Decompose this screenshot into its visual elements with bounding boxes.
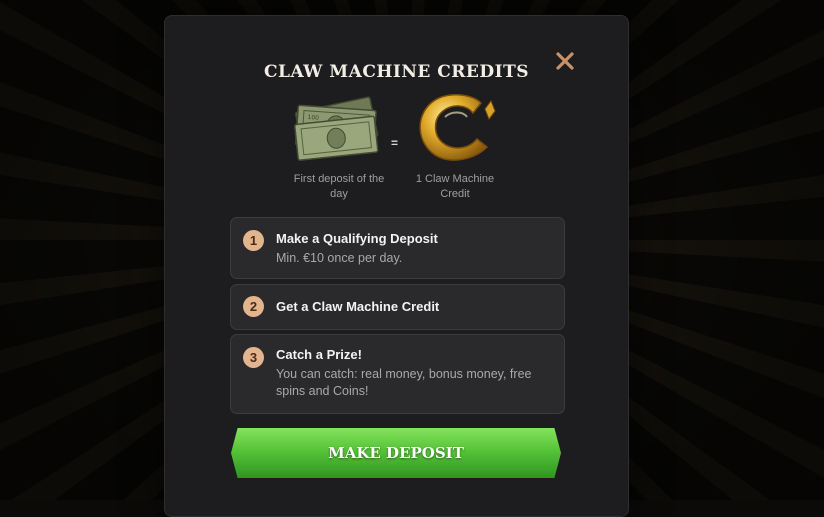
svg-text:100: 100 (307, 114, 319, 122)
close-icon (556, 52, 574, 70)
step-title: Get a Claw Machine Credit (276, 299, 440, 314)
claw-credit-coin-icon (419, 94, 496, 161)
claw-credits-modal: CLAW MACHINE CREDITS 100 100 = (164, 15, 629, 517)
step-card-2: 2 Get a Claw Machine Credit (230, 284, 565, 330)
make-deposit-button[interactable]: MAKE DEPOSIT (231, 428, 561, 478)
equals-sign: = (391, 136, 399, 150)
credit-caption: 1 Claw Machine Credit (415, 173, 495, 200)
step-number-badge: 3 (243, 347, 264, 368)
first-deposit-caption: First deposit of the day (293, 173, 385, 200)
step-description: Min. €10 once per day. (276, 251, 403, 265)
step-number-badge: 1 (243, 230, 264, 251)
step-title: Make a Qualifying Deposit (276, 231, 438, 246)
step-number-badge: 2 (243, 296, 264, 317)
close-button[interactable] (554, 50, 576, 72)
step-card-1: 1 Make a Qualifying Deposit Min. €10 onc… (230, 217, 565, 279)
step-description: You can catch: real money, bonus money, … (276, 367, 532, 398)
step-title: Catch a Prize! (276, 347, 362, 362)
cash-stack-icon: 100 100 (294, 96, 379, 161)
step-card-3: 3 Catch a Prize! You can catch: real mon… (230, 334, 565, 414)
